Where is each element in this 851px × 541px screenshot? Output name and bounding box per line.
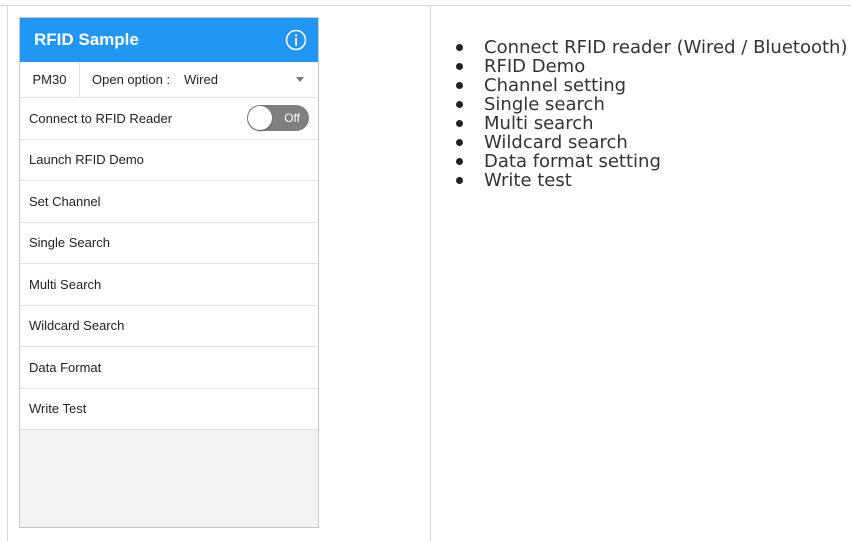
menu-item-label: Launch RFID Demo	[29, 152, 144, 168]
connect-toggle[interactable]: Off	[247, 105, 309, 132]
info-icon[interactable]	[284, 28, 308, 52]
connect-reader-row: Connect to RFID Reader Off	[20, 98, 318, 140]
bullet-icon	[456, 120, 463, 127]
menu-item-multi-search[interactable]: Multi Search	[20, 264, 318, 306]
open-option-label: Open option :	[92, 72, 171, 87]
bullet-icon	[456, 101, 463, 108]
menu-item-wildcard-search[interactable]: Wildcard Search	[20, 305, 318, 347]
column-divider	[430, 5, 431, 541]
menu-item-label: Set Channel	[29, 193, 101, 209]
menu-item-label: Multi Search	[29, 276, 102, 292]
menu-item-launch-demo[interactable]: Launch RFID Demo	[20, 139, 318, 181]
menu-item-label: Write Test	[29, 401, 87, 417]
bullet-icon	[456, 44, 463, 51]
bullet-icon	[456, 63, 463, 70]
list-item: Multi search	[456, 114, 847, 133]
top-divider	[0, 5, 851, 6]
bullet-icon	[456, 139, 463, 146]
menu-item-label: Wildcard Search	[29, 318, 125, 334]
toggle-knob	[248, 106, 272, 131]
app-title: RFID Sample	[34, 30, 139, 49]
page: RFID Sample PM30 Open option : Wired Con…	[0, 0, 851, 541]
list-item: Connect RFID reader (Wired / Bluetooth)	[456, 38, 847, 57]
list-item: Wildcard search	[456, 133, 847, 152]
open-option-value: Wired	[184, 72, 218, 87]
phone-screen: RFID Sample PM30 Open option : Wired Con…	[19, 17, 319, 528]
list-item: Channel setting	[456, 76, 847, 95]
menu-item-data-format[interactable]: Data Format	[20, 347, 318, 389]
menu-item-write-test[interactable]: Write Test	[20, 388, 318, 430]
menu-item-label: Single Search	[29, 235, 110, 251]
bullet-icon	[456, 82, 463, 89]
feature-list: Connect RFID reader (Wired / Bluetooth) …	[456, 38, 847, 190]
menu-item-label: Data Format	[29, 359, 102, 375]
list-item: Write test	[456, 171, 847, 190]
list-item: Single search	[456, 95, 847, 114]
list-item: Data format setting	[456, 152, 847, 171]
toggle-state-label: Off	[284, 111, 300, 126]
chevron-down-icon	[296, 77, 304, 82]
options-row: PM30 Open option : Wired	[20, 62, 318, 98]
app-bar: RFID Sample	[20, 18, 318, 62]
left-border	[7, 5, 8, 541]
connect-reader-label: Connect to RFID Reader	[29, 110, 173, 126]
model-label: PM30	[20, 62, 80, 97]
bullet-icon	[456, 177, 463, 184]
menu-item-set-channel[interactable]: Set Channel	[20, 181, 318, 223]
list-item: RFID Demo	[456, 57, 847, 76]
menu-item-single-search[interactable]: Single Search	[20, 222, 318, 264]
open-option-select[interactable]: Wired	[184, 72, 318, 87]
bullet-icon	[456, 158, 463, 165]
